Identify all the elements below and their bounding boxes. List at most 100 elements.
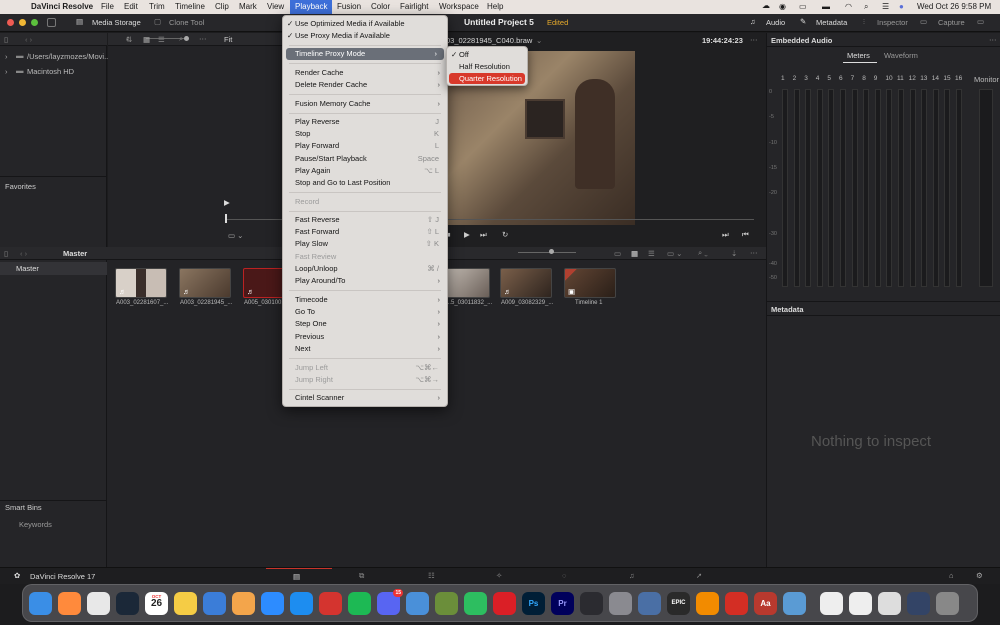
menu-trim[interactable]: Trim	[149, 2, 165, 11]
menu-clip[interactable]: Clip	[215, 2, 229, 11]
menu-item-render-cache[interactable]: Render Cache ›	[283, 67, 447, 79]
audio-options-icon[interactable]: ⋯	[989, 35, 997, 44]
siri-icon[interactable]: ●	[899, 2, 904, 11]
zoom-window-button[interactable]	[31, 19, 38, 26]
panel-toggle-icon[interactable]	[47, 18, 56, 27]
clip-thumbnail[interactable]: ♬	[500, 268, 552, 298]
mission-control-icon[interactable]	[638, 592, 661, 615]
chrome-icon[interactable]	[87, 592, 110, 615]
more-options-icon[interactable]: ⋯	[750, 248, 758, 257]
menu-item-play-forward[interactable]: Play Forward L	[283, 140, 447, 152]
sort-icon[interactable]: ⇅	[126, 35, 132, 44]
slider-knob[interactable]	[549, 249, 554, 254]
submenu-item-quarter[interactable]: Quarter Resolution	[449, 73, 525, 84]
menu-help[interactable]: Help	[487, 2, 503, 11]
menu-edit[interactable]: Edit	[124, 2, 138, 11]
slider-knob[interactable]	[184, 36, 189, 41]
edit-page-icon[interactable]: ☷	[428, 571, 435, 580]
timeline-thumbnail[interactable]: ▣	[564, 268, 616, 298]
cut-page-icon[interactable]: ⧉	[359, 571, 364, 581]
pages-icon[interactable]	[232, 592, 255, 615]
menu-item-stop[interactable]: Stop K	[283, 128, 447, 140]
zoom-icon[interactable]	[261, 592, 284, 615]
capture-button[interactable]: Capture	[938, 18, 965, 27]
metadata-view-icon[interactable]: ▭	[614, 249, 621, 258]
audio-button[interactable]: Audio	[766, 18, 785, 27]
epic-games-icon[interactable]: EPIC	[667, 592, 690, 615]
mark-in-icon[interactable]: ⏭	[722, 230, 729, 240]
wifi-icon[interactable]: ◠	[845, 2, 852, 11]
menu-item-go-to[interactable]: Go To ›	[283, 306, 447, 318]
bin-item-master[interactable]: Master	[0, 262, 107, 275]
chevron-right-icon[interactable]: ›	[5, 52, 8, 61]
submenu-item-off[interactable]: ✓ Off	[449, 49, 525, 60]
clip-thumbnail[interactable]: ♬	[179, 268, 231, 298]
clone-tool-button[interactable]: Clone Tool	[169, 18, 204, 27]
menu-item-fusion-memory[interactable]: Fusion Memory Cache ›	[283, 98, 447, 110]
clip-thumbnail[interactable]: ♬	[115, 268, 167, 298]
settings-gear-icon[interactable]: ⚙	[976, 571, 983, 580]
creative-cloud-icon[interactable]	[493, 592, 516, 615]
bin-sidebar-toggle-icon[interactable]: ▯	[4, 249, 8, 258]
viewer-clip-name[interactable]: 03_02281945_C040.braw	[446, 36, 532, 45]
calendar-icon[interactable]: 26 OCT	[145, 592, 168, 615]
discord-icon[interactable]: 15	[377, 589, 403, 615]
submenu-item-half[interactable]: Half Resolution	[449, 61, 525, 72]
menu-item-pause-start[interactable]: Pause/Start Playback Space	[283, 153, 447, 165]
menu-item-cintel[interactable]: Cintel Scanner ›	[283, 392, 447, 404]
app-store-icon[interactable]	[290, 592, 313, 615]
storage-disk-item[interactable]: Macintosh HD	[27, 67, 74, 76]
evernote-icon[interactable]	[464, 592, 487, 615]
battery-icon[interactable]: ▬	[822, 2, 830, 11]
thumbnail-view-icon[interactable]: ▦	[631, 249, 638, 258]
acrobat-icon[interactable]	[725, 592, 748, 615]
menu-item-step-one[interactable]: Step One ›	[283, 318, 447, 330]
steam-icon[interactable]	[116, 592, 139, 615]
spotify-icon[interactable]	[348, 592, 371, 615]
viewer-mode-icon[interactable]: ▭ ⌄	[228, 231, 243, 240]
fusion-page-icon[interactable]: ✧	[496, 571, 502, 580]
search-icon[interactable]: ⌕ ⌄	[698, 248, 708, 258]
loop-icon[interactable]: ↻	[502, 230, 508, 239]
aspect-dropdown-icon[interactable]: ▭ ⌄	[667, 249, 682, 258]
minecraft-icon[interactable]	[435, 592, 458, 615]
system-prefs-icon[interactable]	[609, 592, 632, 615]
close-window-button[interactable]	[7, 19, 14, 26]
davinci-icon[interactable]	[580, 592, 603, 615]
chevron-down-icon[interactable]: ⌄	[536, 36, 542, 45]
menu-timeline[interactable]: Timeline	[175, 2, 205, 11]
play-icon[interactable]: ▶	[464, 230, 470, 239]
home-icon[interactable]: ⌂	[949, 571, 954, 580]
media-storage-button[interactable]: Media Storage	[92, 18, 141, 27]
menu-item-previous[interactable]: Previous ›	[283, 331, 447, 343]
window-1-icon[interactable]	[820, 592, 843, 615]
keynote-icon[interactable]	[203, 592, 226, 615]
menu-item-fast-forward[interactable]: Fast Forward ⇧ L	[283, 226, 447, 238]
grid-view-icon[interactable]: ▦	[143, 35, 150, 44]
storage-path-item[interactable]: /Users/layzmozes/Movi...	[27, 52, 110, 61]
menu-item-fast-reverse[interactable]: Fast Reverse ⇧ J	[283, 214, 447, 226]
back-forward-icon[interactable]: ‹ ›	[20, 249, 27, 258]
menu-mark[interactable]: Mark	[239, 2, 257, 11]
menu-fusion[interactable]: Fusion	[337, 2, 361, 11]
menu-item-play-reverse[interactable]: Play Reverse J	[283, 116, 447, 128]
menu-item-proxy-mode[interactable]: Timeline Proxy Mode ›	[286, 48, 444, 60]
metadata-button[interactable]: Metadata	[816, 18, 847, 27]
chevron-right-icon[interactable]: ›	[5, 67, 8, 76]
dictionary-icon[interactable]: Aa	[754, 592, 777, 615]
window-4-icon[interactable]	[907, 592, 930, 615]
photo-booth-icon[interactable]	[319, 592, 342, 615]
mark-out-icon[interactable]: ⏮	[742, 230, 749, 240]
clip-thumbnail[interactable]	[446, 268, 490, 298]
menu-app-name[interactable]: DaVinci Resolve	[31, 2, 93, 11]
menu-item-delete-render-cache[interactable]: Delete Render Cache ›	[283, 79, 447, 91]
control-center-icon[interactable]: ☰	[882, 2, 889, 11]
fairlight-page-icon[interactable]: ♫	[629, 571, 635, 580]
display-icon[interactable]: ▭	[977, 17, 984, 26]
menu-view[interactable]: View	[267, 2, 284, 11]
menu-item-timecode[interactable]: Timecode ›	[283, 294, 447, 306]
window-3-icon[interactable]	[878, 592, 901, 615]
trash-icon[interactable]	[936, 592, 959, 615]
menu-item-play-around[interactable]: Play Around/To ›	[283, 275, 447, 287]
search-icon[interactable]: ⌕	[179, 34, 183, 44]
